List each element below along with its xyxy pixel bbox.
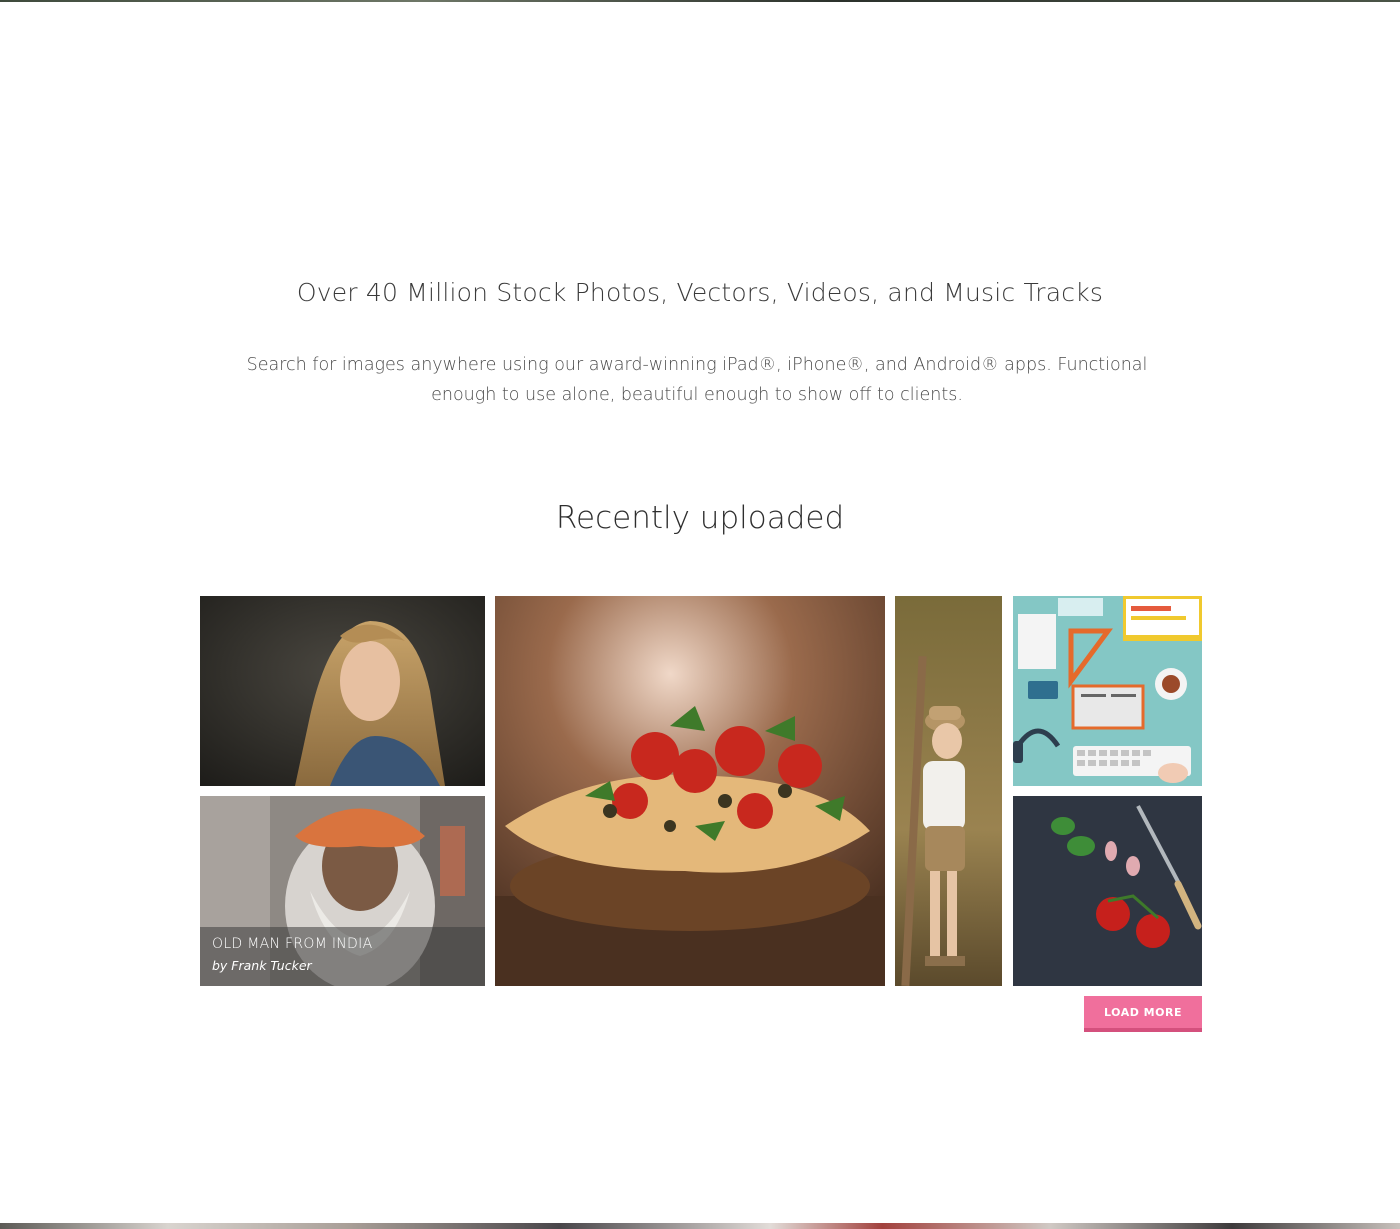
load-more-button[interactable]: LOAD MORE xyxy=(1084,996,1202,1032)
tomatoes-photo xyxy=(1013,796,1202,986)
gallery-tile-old-man[interactable]: OLD MAN FROM INDIA by Frank Tucker xyxy=(200,796,485,986)
tile-caption: OLD MAN FROM INDIA by Frank Tucker xyxy=(200,927,485,986)
gallery-tile-pizza[interactable] xyxy=(495,596,885,986)
gallery-tile-boy[interactable] xyxy=(895,596,1002,986)
gallery-tile-tomatoes[interactable] xyxy=(1013,796,1202,986)
desk-illustration xyxy=(1013,596,1202,786)
top-image-strip xyxy=(0,0,1400,2)
gallery-tile-desk[interactable] xyxy=(1013,596,1202,786)
bottom-image-strip xyxy=(0,1223,1400,1229)
caption-author: by Frank Tucker xyxy=(212,958,312,973)
recently-uploaded-title: Recently uploaded xyxy=(555,500,845,536)
caption-title: OLD MAN FROM INDIA xyxy=(212,936,373,952)
woman-photo xyxy=(200,596,485,786)
pizza-photo xyxy=(495,596,885,986)
gallery-tile-woman[interactable] xyxy=(200,596,485,786)
hero-intro: Search for images anywhere using our awa… xyxy=(246,355,1148,405)
page: Over 40 Million Stock Photos, Vectors, V… xyxy=(0,0,1400,1229)
hero-headline: Over 40 Million Stock Photos, Vectors, V… xyxy=(296,278,1104,307)
boy-photo xyxy=(895,596,1002,986)
